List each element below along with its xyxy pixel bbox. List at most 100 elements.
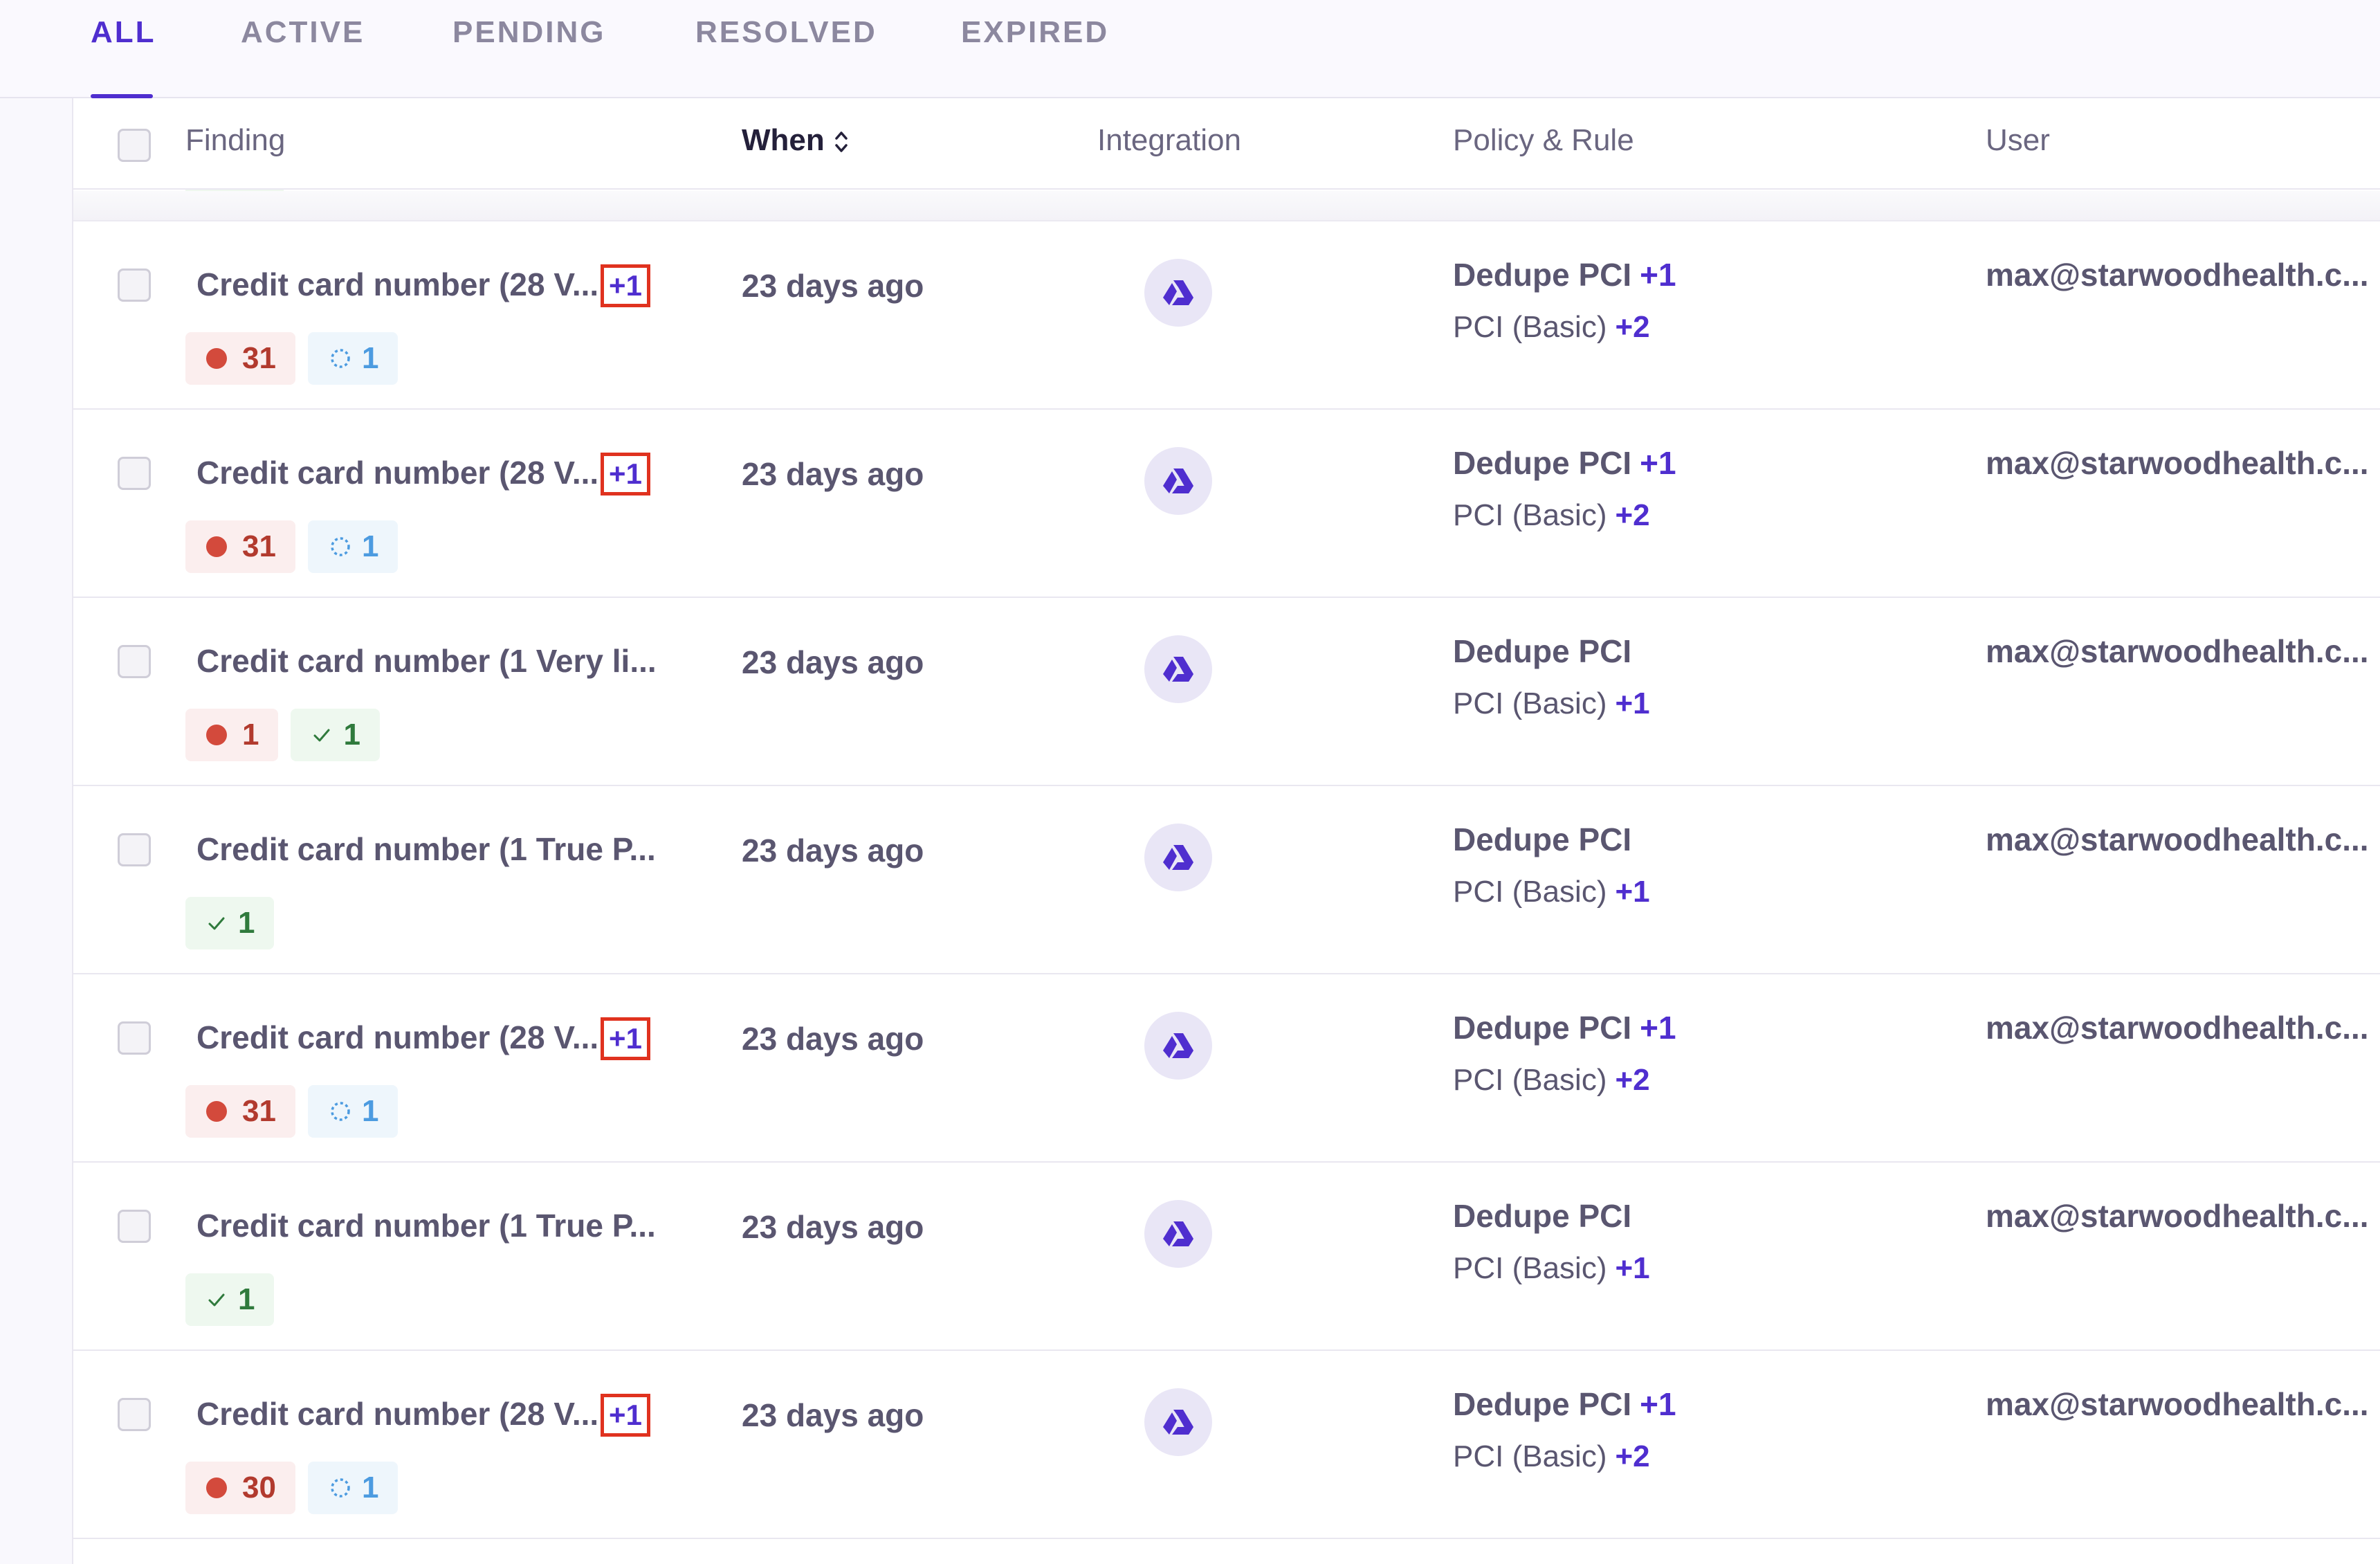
row-checkbox[interactable] [118, 1398, 151, 1431]
rule-name[interactable]: PCI (Basic) +2 [1453, 1063, 1650, 1098]
user-email[interactable]: max@starwoodhealth.c... [1986, 1009, 2369, 1046]
policy-name[interactable]: Dedupe PCI +1 [1453, 444, 1676, 482]
column-header-finding[interactable]: Finding [185, 123, 285, 158]
finding-title[interactable]: Credit card number (28 V... [196, 454, 598, 491]
rule-more-count[interactable]: +1 [1615, 1251, 1649, 1285]
table-row[interactable]: Credit card number (28 V... +1 31 1 23 days … [73, 410, 2380, 598]
google-drive-icon[interactable] [1144, 1200, 1212, 1268]
google-drive-icon[interactable] [1144, 635, 1212, 703]
policy-name[interactable]: Dedupe PCI [1453, 633, 1631, 670]
table-row[interactable]: Credit card number (1 Very li... 1 1 23 day… [73, 598, 2380, 786]
user-email[interactable]: max@starwoodhealth.c... [1986, 1197, 2369, 1235]
row-checkbox[interactable] [118, 1210, 151, 1243]
table-row[interactable]: Credit card number (1 True P... 1 23 days … [73, 1163, 2380, 1351]
google-drive-icon[interactable] [1144, 1388, 1212, 1456]
rule-more-count[interactable]: +2 [1615, 1439, 1649, 1473]
status-badge-blue[interactable]: 1 [307, 520, 399, 573]
policy-label: Dedupe PCI [1453, 1010, 1632, 1046]
user-email[interactable]: max@starwoodhealth.c... [1986, 1385, 2369, 1423]
finding-more-count[interactable]: +1 [601, 264, 650, 307]
column-header-integration[interactable]: Integration [1097, 123, 1241, 158]
finding-badges: 30 1 [185, 1462, 399, 1514]
policy-more-count[interactable]: +1 [1640, 257, 1676, 293]
column-header-policy-rule[interactable]: Policy & Rule [1453, 123, 1634, 158]
status-badge-green[interactable]: 1 [185, 897, 275, 949]
rule-label: PCI (Basic) [1453, 1439, 1607, 1473]
policy-name[interactable]: Dedupe PCI [1453, 1197, 1631, 1235]
policy-more-count[interactable]: +1 [1640, 1010, 1676, 1046]
sort-icon[interactable] [833, 126, 850, 158]
google-drive-icon[interactable] [1144, 259, 1212, 327]
finding-title[interactable]: Credit card number (28 V... [196, 1395, 598, 1433]
policy-more-count[interactable]: +1 [1640, 445, 1676, 481]
policy-name[interactable]: Dedupe PCI +1 [1453, 1009, 1676, 1046]
tab-resolved[interactable]: RESOLVED [695, 15, 877, 98]
rule-name[interactable]: PCI (Basic) +1 [1453, 686, 1650, 721]
policy-name[interactable]: Dedupe PCI +1 [1453, 256, 1676, 293]
tab-all[interactable]: ALL [91, 15, 156, 98]
row-checkbox[interactable] [118, 833, 151, 866]
column-header-user[interactable]: User [1986, 123, 2050, 158]
open-dot-icon [206, 536, 227, 557]
status-badge-blue[interactable]: 1 [307, 1462, 399, 1514]
policy-name[interactable]: Dedupe PCI [1453, 821, 1631, 858]
open-dot-icon [206, 725, 227, 745]
row-checkbox[interactable] [118, 645, 151, 678]
finding-title[interactable]: Credit card number (28 V... [196, 266, 598, 303]
status-badge-red[interactable]: 31 [185, 1085, 295, 1138]
finding-more-count[interactable]: +1 [601, 1017, 650, 1060]
user-email[interactable]: max@starwoodhealth.c... [1986, 633, 2369, 670]
rule-more-count[interactable]: +1 [1615, 875, 1649, 909]
status-badge-blue[interactable]: 1 [307, 332, 399, 385]
rule-more-count[interactable]: +2 [1615, 1063, 1649, 1097]
status-badge-count: 31 [242, 341, 276, 375]
row-checkbox[interactable] [118, 269, 151, 302]
rule-name[interactable]: PCI (Basic) +1 [1453, 1251, 1650, 1286]
finding-title[interactable]: Credit card number (28 V... [196, 1019, 598, 1056]
finding-title[interactable]: Credit card number (1 True P... [196, 830, 656, 868]
policy-name[interactable]: Dedupe PCI +1 [1453, 1385, 1676, 1423]
column-header-when[interactable]: When [742, 123, 850, 158]
when-cell: 23 days ago [742, 644, 924, 680]
google-drive-icon[interactable] [1144, 824, 1212, 891]
status-badge-count: 1 [361, 529, 379, 563]
policy-label: Dedupe PCI [1453, 1386, 1632, 1422]
tab-pending[interactable]: PENDING [452, 15, 605, 98]
status-badge-red[interactable]: 1 [185, 709, 279, 761]
google-drive-icon[interactable] [1144, 1012, 1212, 1080]
select-all-checkbox[interactable] [118, 129, 151, 162]
status-badge-red[interactable]: 31 [185, 332, 295, 385]
rule-name[interactable]: PCI (Basic) +2 [1453, 1439, 1650, 1474]
table-row[interactable]: Credit card number (28 V... +1 31 1 23 days … [73, 221, 2380, 410]
user-email[interactable]: max@starwoodhealth.c... [1986, 444, 2369, 482]
finding-more-count[interactable]: +1 [601, 1394, 650, 1437]
status-badge-red[interactable]: 30 [185, 1462, 295, 1514]
rule-label: PCI (Basic) [1453, 875, 1607, 909]
row-checkbox[interactable] [118, 1021, 151, 1055]
rule-more-count[interactable]: +1 [1615, 686, 1649, 720]
user-email[interactable]: max@starwoodhealth.c... [1986, 821, 2369, 858]
policy-label: Dedupe PCI [1453, 445, 1632, 481]
table-row[interactable]: Credit card number (1 True P... 1 23 days … [73, 786, 2380, 974]
user-email[interactable]: max@starwoodhealth.c... [1986, 256, 2369, 293]
status-badge-green[interactable]: 1 [291, 709, 380, 761]
policy-more-count[interactable]: +1 [1640, 1386, 1676, 1422]
finding-more-count[interactable]: +1 [601, 453, 650, 495]
finding-title[interactable]: Credit card number (1 True P... [196, 1207, 656, 1244]
finding-title[interactable]: Credit card number (1 Very li... [196, 642, 657, 680]
rule-name[interactable]: PCI (Basic) +2 [1453, 498, 1650, 533]
status-badge-green[interactable]: 1 [185, 1273, 275, 1326]
row-checkbox[interactable] [118, 457, 151, 490]
tab-expired[interactable]: EXPIRED [961, 15, 1109, 98]
table-row[interactable]: Credit card number (28 V... +1 30 1 23 days … [73, 1351, 2380, 1539]
rule-name[interactable]: PCI (Basic) +2 [1453, 310, 1650, 345]
rule-more-count[interactable]: +2 [1615, 498, 1649, 532]
google-drive-icon[interactable] [1144, 447, 1212, 515]
status-badge-red[interactable]: 31 [185, 520, 295, 573]
tab-active[interactable]: ACTIVE [241, 15, 365, 98]
status-badge-blue[interactable]: 1 [307, 1085, 399, 1138]
rule-more-count[interactable]: +2 [1615, 310, 1649, 344]
table-row[interactable]: Credit card number (28 V... +1 31 1 23 days … [73, 974, 2380, 1163]
rule-name[interactable]: PCI (Basic) +1 [1453, 875, 1650, 909]
status-badge-count: 1 [343, 718, 360, 752]
